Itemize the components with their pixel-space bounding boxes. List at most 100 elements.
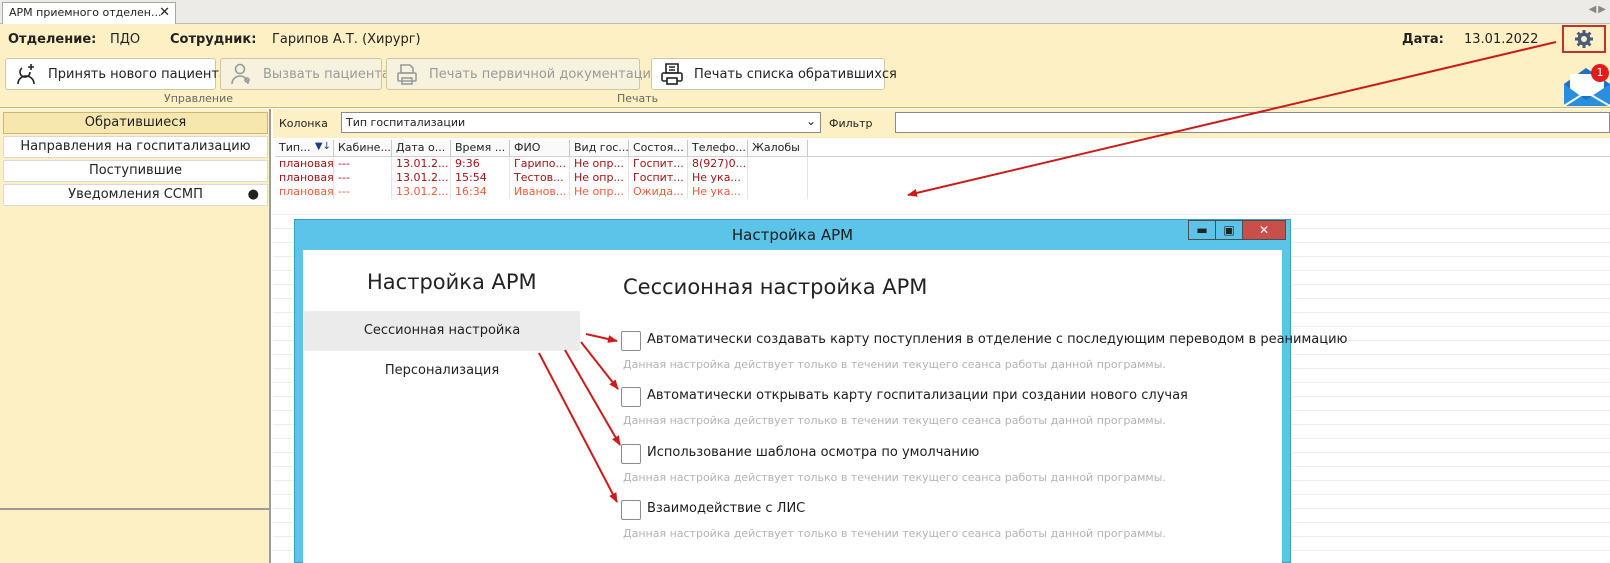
table-cell: Тестов... xyxy=(510,171,570,185)
left-panel: Обратившиеся Направления на госпитализац… xyxy=(0,109,271,563)
option-hint: Данная настройка действует только в тече… xyxy=(623,414,1166,427)
table-cell: плановая xyxy=(275,171,334,185)
table-cell: Не опр... xyxy=(570,171,629,185)
option-hint: Данная настройка действует только в тече… xyxy=(623,471,1166,484)
option-checkbox[interactable] xyxy=(621,500,641,520)
nav-item-label: Поступившие xyxy=(88,163,183,178)
group-label-print: Печать xyxy=(617,92,659,105)
print-primary-docs-button[interactable]: Печать первичной документации xyxy=(386,58,659,90)
date-value: 13.01.2022 xyxy=(1464,32,1539,47)
tab-title: АРМ приемного отделен... xyxy=(9,6,162,19)
call-patient-button[interactable]: Вызвать пациента xyxy=(220,58,390,90)
maximize-button[interactable]: ▣ xyxy=(1215,220,1243,240)
filter-sort-icon[interactable]: ▼↓ xyxy=(315,141,331,152)
filter-input[interactable] xyxy=(895,112,1610,133)
tab-strip: АРМ приемного отделен... ✕ ◀▶ xyxy=(0,0,1610,24)
table-row[interactable]: плановая --- 13.01.2... 15:54 Тестов... … xyxy=(275,171,1610,185)
table-cell: --- xyxy=(334,157,392,171)
new-patient-label: Принять нового пациента xyxy=(48,66,227,82)
add-user-icon xyxy=(14,61,38,87)
nav-item-label: Уведомления ССМП xyxy=(68,187,203,202)
column-select-value: Тип госпитализации xyxy=(346,116,466,129)
print-list-label: Печать списка обратившихся xyxy=(694,66,897,82)
printer-doc-icon xyxy=(395,61,419,87)
table-cell: 15:54 xyxy=(451,171,510,185)
minimize-button[interactable]: ▬ xyxy=(1188,220,1216,240)
notifications-mail-button[interactable]: 1 xyxy=(1562,60,1610,107)
tab-scroll-arrows[interactable]: ◀▶ xyxy=(1589,4,1608,15)
dialog-body: Настройка АРМ Сессионная настройка Персо… xyxy=(303,250,1348,563)
tab-arm-reception[interactable]: АРМ приемного отделен... ✕ xyxy=(2,2,176,24)
column-select[interactable]: Тип госпитализации ⌄ xyxy=(341,112,821,133)
department-value: ПДО xyxy=(110,32,141,47)
department-label: Отделение: xyxy=(8,32,97,47)
table-cell: 9:36 xyxy=(451,157,510,171)
option-label: Автоматически создавать карту поступлени… xyxy=(647,332,1348,347)
table-cell: плановая xyxy=(275,185,334,199)
column-header[interactable]: Телефо... xyxy=(688,140,748,156)
column-header[interactable]: Состоя... xyxy=(629,140,688,156)
table-cell: Иванов... xyxy=(510,185,570,199)
table-cell: Не ука... xyxy=(688,171,748,185)
table-cell: --- xyxy=(334,185,392,199)
table-row[interactable]: плановая --- 13.01.2... 9:36 Гарипо... Н… xyxy=(275,157,1610,171)
print-primary-docs-label: Печать первичной документации xyxy=(429,66,660,82)
table-cell xyxy=(748,171,808,185)
column-header[interactable]: Жалобы xyxy=(748,140,808,156)
option-hint: Данная настройка действует только в тече… xyxy=(623,358,1166,371)
new-patient-button[interactable]: Принять нового пациента xyxy=(5,58,227,90)
table-cell: Не опр... xyxy=(570,157,629,171)
table-row[interactable]: плановая --- 13.01.2... 16:34 Иванов... … xyxy=(275,185,1610,199)
filter-bar: Колонка Тип госпитализации ⌄ Фильтр xyxy=(273,109,1610,138)
nav-item-label: Обратившиеся xyxy=(84,115,187,130)
menu-session-settings[interactable]: Сессионная настройка xyxy=(304,311,580,351)
nav-item-referrals[interactable]: Направления на госпитализацию xyxy=(3,136,268,158)
option-label: Взаимодействие с ЛИС xyxy=(647,501,806,516)
option-checkbox[interactable] xyxy=(621,331,641,351)
option-checkbox[interactable] xyxy=(621,444,641,464)
close-button[interactable]: ✕ xyxy=(1242,220,1286,240)
table-cell: 13.01.2... xyxy=(392,171,451,185)
table-cell: 16:34 xyxy=(451,185,510,199)
patients-table: Тип... ▼↓ Кабине... Дата о... Время ... … xyxy=(275,140,1610,199)
table-cell xyxy=(748,185,808,199)
table-cell xyxy=(748,157,808,171)
option-label: Автоматически открывать карту госпитализ… xyxy=(647,388,1188,403)
nav-item-ambulance-notifications[interactable]: Уведомления ССМП ● xyxy=(3,184,268,206)
table-cell: 13.01.2... xyxy=(392,185,451,199)
header-panel: Отделение: ПДО Сотрудник: Гарипов А.Т. (… xyxy=(0,24,1610,108)
column-header[interactable]: Тип... ▼↓ xyxy=(275,140,334,156)
date-label: Дата: xyxy=(1402,32,1444,47)
settings-button[interactable] xyxy=(1562,25,1606,53)
column-header[interactable]: Дата о... xyxy=(392,140,451,156)
nav-item-admitted[interactable]: Поступившие xyxy=(3,160,268,182)
panel-splitter[interactable] xyxy=(0,508,271,510)
table-cell: Ожида... xyxy=(629,185,688,199)
section-title: Сессионная настройка АРМ xyxy=(623,275,928,299)
option-checkbox[interactable] xyxy=(621,387,641,407)
settings-dialog: Настройка АРМ ▬ ▣ ✕ Настройка АРМ Сессио… xyxy=(294,219,1348,563)
employee-value: Гарипов А.Т. (Хирург) xyxy=(272,32,421,47)
table-cell: --- xyxy=(334,171,392,185)
nav-item-label: Направления на госпитализацию xyxy=(20,139,251,154)
notification-badge: 1 xyxy=(1591,64,1609,82)
column-header[interactable]: Вид гос... xyxy=(570,140,629,156)
call-patient-label: Вызвать пациента xyxy=(263,66,390,82)
nav-item-patients[interactable]: Обратившиеся xyxy=(3,112,268,134)
column-header[interactable]: Кабине... xyxy=(334,140,392,156)
table-cell: плановая xyxy=(275,157,334,171)
column-header[interactable]: Время ... xyxy=(451,140,510,156)
table-cell: 13.01.2... xyxy=(392,157,451,171)
option-hint: Данная настройка действует только в тече… xyxy=(623,527,1166,540)
column-header[interactable]: ФИО xyxy=(510,140,570,156)
menu-personalization[interactable]: Персонализация xyxy=(304,351,580,391)
notification-count: 1 xyxy=(1596,66,1604,79)
call-user-icon xyxy=(229,61,253,87)
table-cell: 8(927)0... xyxy=(688,157,748,171)
print-list-button[interactable]: Печать списка обратившихся xyxy=(651,58,897,90)
column-label: Колонка xyxy=(279,117,328,130)
printer-list-icon xyxy=(660,61,684,87)
table-header: Тип... ▼↓ Кабине... Дата о... Время ... … xyxy=(275,140,1610,157)
option-label: Использование шаблона осмотра по умолчан… xyxy=(647,445,980,460)
close-icon[interactable]: ✕ xyxy=(159,5,170,20)
